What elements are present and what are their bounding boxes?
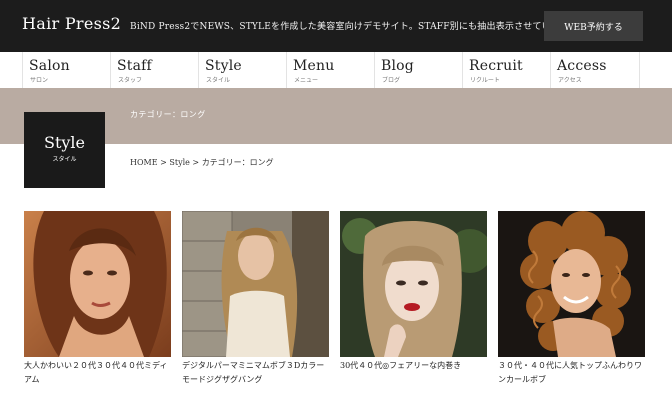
nav-sub-label: リクルート (470, 77, 500, 84)
site-tagline: BiND Press2でNEWS、STYLEを作成した美容室向けデモサイト。ST… (130, 22, 578, 32)
nav-item-menu[interactable]: Menu メニュー (286, 52, 375, 88)
nav-label: Menu (293, 58, 335, 74)
nav-label: Staff (117, 58, 152, 74)
web-reservation-button[interactable]: WEB予約する (544, 11, 643, 41)
style-caption[interactable]: デジタルパーマミニマムボブ３Dカラーモードジグザグバング (182, 359, 330, 387)
style-caption[interactable]: 大人かわいい２０代３０代４０代ミディアム (24, 359, 172, 387)
breadcrumb-separator: > (157, 158, 170, 167)
portrait-image (340, 211, 487, 357)
global-nav: Salon サロン Staff スタッフ Style スタイル Menu メニュ… (0, 52, 672, 89)
top-bar: Hair Press2 BiND Press2でNEWS、STYLEを作成した美… (0, 0, 672, 52)
style-photo[interactable] (340, 211, 487, 357)
breadcrumb: HOME > Style > カテゴリー：ロング (130, 157, 274, 168)
style-heading-box: Style スタイル (24, 112, 105, 188)
nav-label: Access (557, 58, 607, 74)
style-box-title: Style (43, 133, 85, 152)
nav-item-style[interactable]: Style スタイル (198, 52, 287, 88)
style-photo[interactable] (182, 211, 329, 357)
nav-item-blog[interactable]: Blog ブログ (374, 52, 463, 88)
portrait-image (498, 211, 645, 357)
nav-item-access[interactable]: Access アクセス (550, 52, 640, 88)
style-card[interactable]: デジタルパーマミニマムボブ３Dカラーモードジグザグバング (182, 211, 329, 387)
category-title: カテゴリー：ロング (130, 110, 206, 119)
nav-sub-label: メニュー (294, 77, 319, 84)
style-box-sub: スタイル (52, 156, 77, 163)
nav-sub-label: スタッフ (118, 77, 143, 84)
style-caption[interactable]: ３０代・４０代に人気トップふんわりワンカールボブ (498, 359, 646, 387)
breadcrumb-style[interactable]: Style (169, 158, 190, 167)
style-card[interactable]: 30代４０代◎フェアリーな内巻き (340, 211, 487, 373)
nav-item-salon[interactable]: Salon サロン (22, 52, 111, 88)
nav-sub-label: サロン (30, 77, 49, 84)
nav-sub-label: アクセス (558, 77, 582, 84)
breadcrumb-home[interactable]: HOME (130, 158, 158, 167)
nav-item-staff[interactable]: Staff スタッフ (110, 52, 199, 88)
nav-label: Style (205, 58, 242, 74)
nav-label: Recruit (469, 58, 523, 74)
nav-label: Blog (381, 58, 414, 74)
portrait-image (24, 211, 171, 357)
nav-sub-label: スタイル (206, 77, 231, 84)
nav-item-recruit[interactable]: Recruit リクルート (462, 52, 551, 88)
style-caption[interactable]: 30代４０代◎フェアリーな内巻き (340, 359, 488, 373)
breadcrumb-current: カテゴリー：ロング (201, 158, 274, 167)
style-photo[interactable] (24, 211, 171, 357)
style-photo[interactable] (498, 211, 645, 357)
breadcrumb-separator: > (189, 158, 202, 167)
nav-sub-label: ブログ (382, 77, 401, 84)
portrait-image (182, 211, 329, 357)
style-card[interactable]: 大人かわいい２０代３０代４０代ミディアム (24, 211, 171, 387)
style-card[interactable]: ３０代・４０代に人気トップふんわりワンカールボブ (498, 211, 645, 387)
nav-label: Salon (29, 58, 70, 74)
site-logo[interactable]: Hair Press2 (22, 14, 121, 33)
